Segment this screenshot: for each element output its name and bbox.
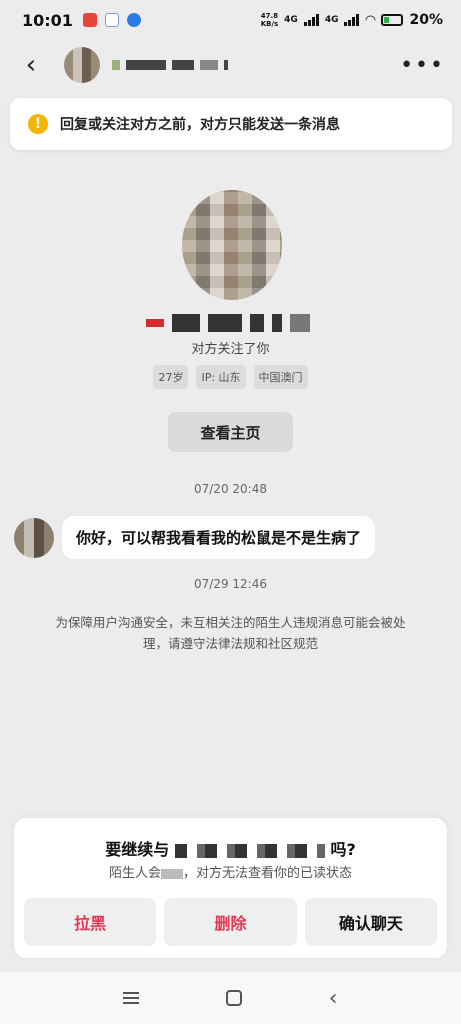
- message-bubble[interactable]: 你好，可以帮我看看我的松鼠是不是生病了: [62, 516, 376, 559]
- network-label-2: 4G: [324, 15, 339, 25]
- follow-status: 对方关注了你: [191, 342, 270, 357]
- reply-notice-banner: ! 回复或关注对方之前，对方只能发送一条消息: [10, 98, 452, 150]
- timestamp-2: 07/29 12:46: [194, 577, 267, 591]
- warning-icon: !: [28, 114, 48, 134]
- signal-icon-2: [344, 14, 360, 26]
- header-avatar[interactable]: [64, 47, 100, 83]
- network-label-1: 4G: [284, 15, 298, 25]
- s-notification-icon: [126, 13, 141, 27]
- home-icon[interactable]: [226, 990, 243, 1006]
- sender-avatar[interactable]: [14, 517, 54, 558]
- more-button[interactable]: •••: [400, 53, 445, 78]
- chat-header: ‹ •••: [0, 40, 461, 90]
- more-dots-icon: •••: [400, 52, 445, 78]
- system-nav-bar: ‹: [0, 972, 461, 1024]
- profile-name-redacted: [146, 312, 316, 334]
- sheet-subtitle: 陌生人会 ，对方无法查看你的已读状态: [108, 866, 353, 881]
- message-row: 你好，可以帮我看看我的松鼠是不是生病了: [14, 516, 376, 559]
- status-indicators: 47.8 KB/s 4G 4G ◠ 20%: [261, 12, 443, 28]
- tag-ip: IP: 山东: [196, 365, 246, 389]
- back-button[interactable]: ‹: [16, 50, 46, 80]
- tag-age: 27岁: [153, 365, 189, 389]
- redacted-name: [174, 843, 325, 858]
- net-speed: 47.8 KB/s: [260, 12, 279, 28]
- signal-icon: [303, 14, 319, 26]
- continue-chat-sheet: 要继续与 吗? 陌生人会 ，对方无法查看你的已读状态 拉黑 删除 确认聊天: [14, 818, 447, 958]
- profile-tags: 27岁 IP: 山东 中国澳门: [0, 365, 461, 389]
- back-icon[interactable]: ‹: [329, 986, 338, 1011]
- message-timestamp: 07/20 20:48: [194, 482, 267, 496]
- menu-icon[interactable]: [123, 992, 140, 1004]
- chevron-left-icon: ‹: [25, 50, 37, 80]
- wifi-icon: ◠: [365, 12, 376, 28]
- profile-avatar[interactable]: [182, 190, 282, 300]
- battery-icon: [381, 14, 404, 26]
- notice-text: 回复或关注对方之前，对方只能发送一条消息: [60, 117, 340, 133]
- app-notification-icon: [82, 13, 97, 27]
- block-button[interactable]: 拉黑: [24, 898, 157, 946]
- view-profile-button[interactable]: 查看主页: [168, 412, 293, 452]
- safety-notice: 为保障用户沟通安全，未互相关注的陌生人违规消息可能会被处理，请遵守法律法规和社区…: [55, 615, 406, 651]
- status-time: 10:01: [22, 10, 73, 30]
- header-username-redacted[interactable]: [112, 60, 228, 70]
- confirm-chat-button[interactable]: 确认聊天: [304, 898, 437, 946]
- redacted-fragment: [161, 868, 183, 879]
- battery-level: 20%: [409, 12, 443, 28]
- cloud-notification-icon: [104, 13, 119, 27]
- sheet-actions: 拉黑 删除 确认聊天: [24, 898, 437, 946]
- delete-button[interactable]: 删除: [164, 898, 297, 946]
- sheet-title: 要继续与 吗?: [105, 840, 356, 859]
- status-bar: 10:01 47.8 KB/s 4G 4G ◠ 20%: [0, 0, 461, 40]
- tag-region: 中国澳门: [253, 365, 308, 389]
